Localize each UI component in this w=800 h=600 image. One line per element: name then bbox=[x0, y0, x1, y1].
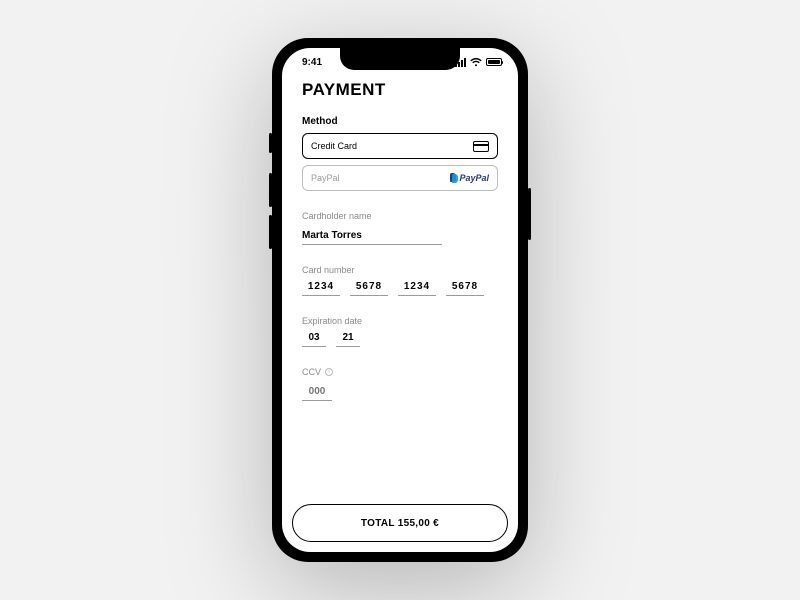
card-number-1[interactable] bbox=[302, 279, 340, 296]
expiration-field: Expiration date bbox=[302, 316, 498, 347]
page-title: PAYMENT bbox=[302, 80, 498, 100]
volume-up-button bbox=[269, 173, 272, 207]
method-paypal-label: PayPal bbox=[311, 173, 340, 183]
phone-frame: 9:41 PAYMENT Method Credit Card PayPal bbox=[272, 38, 528, 562]
method-paypal[interactable]: PayPal PayPal bbox=[302, 165, 498, 191]
card-number-3[interactable] bbox=[398, 279, 436, 296]
notch bbox=[340, 48, 460, 70]
expiration-label: Expiration date bbox=[302, 316, 498, 326]
method-label: Method bbox=[302, 116, 498, 127]
expiration-year[interactable] bbox=[336, 330, 360, 347]
ccv-label: CCV i bbox=[302, 367, 498, 377]
total-label: TOTAL 155,00 € bbox=[361, 518, 439, 529]
expiration-month[interactable] bbox=[302, 330, 326, 347]
screen: 9:41 PAYMENT Method Credit Card PayPal bbox=[282, 48, 518, 552]
cardholder-label: Cardholder name bbox=[302, 211, 498, 221]
battery-icon bbox=[486, 58, 502, 66]
status-time: 9:41 bbox=[302, 57, 322, 68]
cardholder-input[interactable] bbox=[302, 228, 442, 245]
total-button[interactable]: TOTAL 155,00 € bbox=[292, 504, 508, 542]
cardholder-field: Cardholder name bbox=[302, 211, 498, 245]
card-number-field: Card number bbox=[302, 265, 498, 296]
method-credit-card[interactable]: Credit Card bbox=[302, 133, 498, 159]
card-number-4[interactable] bbox=[446, 279, 484, 296]
credit-card-icon bbox=[473, 141, 489, 152]
card-number-2[interactable] bbox=[350, 279, 388, 296]
ccv-input[interactable] bbox=[302, 384, 332, 401]
card-number-label: Card number bbox=[302, 265, 498, 275]
status-icons bbox=[455, 58, 502, 67]
volume-down-button bbox=[269, 215, 272, 249]
power-button bbox=[528, 188, 531, 240]
method-credit-card-label: Credit Card bbox=[311, 141, 357, 151]
paypal-logo-icon: PayPal bbox=[450, 173, 489, 183]
info-icon[interactable]: i bbox=[325, 368, 333, 376]
wifi-icon bbox=[470, 58, 482, 67]
side-button bbox=[269, 133, 272, 153]
ccv-field: CCV i bbox=[302, 367, 498, 401]
